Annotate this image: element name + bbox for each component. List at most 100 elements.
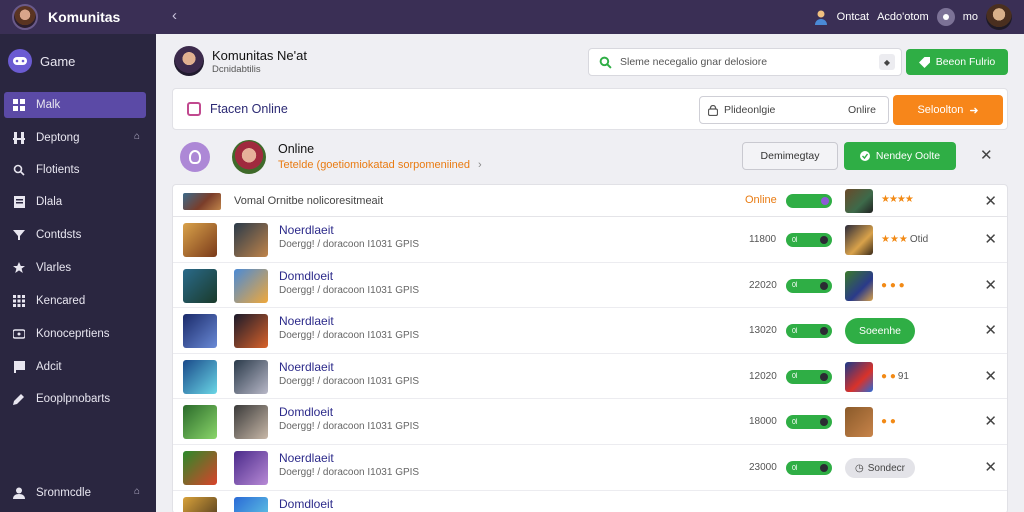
list-item[interactable]: Domdloeit Doergg! / doracoon I1031 GPIS 18… <box>173 399 1007 445</box>
item-title[interactable]: Noerdlaeit <box>279 360 334 374</box>
topbar-user-label[interactable]: mo <box>963 11 978 23</box>
user-avatar[interactable] <box>986 4 1012 30</box>
secondary-button[interactable]: Demimegtay <box>742 142 838 170</box>
list-header-row[interactable]: Vomal Ornitbe nolicoresitmeait Online ★★… <box>173 185 1007 217</box>
close-icon[interactable]: ✕ <box>984 458 997 476</box>
status-toggle[interactable]: 0l <box>786 369 832 384</box>
item-title[interactable]: Noerdlaeit <box>279 314 334 328</box>
list-item[interactable]: Noerdlaeit Doergg! / doracoon I1031 GPIS 1… <box>173 217 1007 263</box>
item-subtitle: Doergg! / doracoon I1031 GPIS <box>279 284 420 296</box>
status-toggle[interactable]: 0l <box>786 233 832 247</box>
game-thumbnail[interactable] <box>183 268 217 303</box>
profile-name: Komunitas Ne'at <box>212 47 307 63</box>
game-thumbnail-alt[interactable] <box>234 405 268 440</box>
sidebar-item-vlarles[interactable]: Vlarles <box>4 255 146 281</box>
profile-subtitle: Dcnidabtilis <box>212 63 261 75</box>
sidebar-footer-user[interactable]: Sronmcdle ⌂ <box>4 480 146 506</box>
status-toggle[interactable]: 0l <box>786 324 832 339</box>
back-chevron-icon[interactable]: ‹ <box>172 7 177 24</box>
game-thumbnail[interactable] <box>183 496 217 512</box>
online-subtitle-text: Tetelde (goetiomiokatad sorpomeniined <box>278 159 471 171</box>
toggle-label: 0l <box>792 373 798 381</box>
item-subtitle: Doergg! / doracoon I1031 GPIS <box>279 239 420 250</box>
rating-stars: ● ● 91 <box>881 371 909 382</box>
sidebar-item-deptong[interactable]: Deptong ⌂ <box>4 125 146 151</box>
close-icon[interactable]: ✕ <box>984 276 997 294</box>
room-input-placeholder: Plideonlgie <box>724 104 776 116</box>
list-item[interactable]: Noerdlaeit Doergg! / doracoon I1031 GPIS 1… <box>173 308 1007 354</box>
sidebar-item-eooplpnobarts[interactable]: Eooplpnobarts <box>4 386 146 412</box>
rating-stars: ● ● ● <box>881 280 907 291</box>
join-button[interactable]: Soeenhe <box>845 318 915 345</box>
pending-button[interactable]: ◷ Sondecr <box>845 458 915 478</box>
rating-stars-glyphs: ● ● <box>881 370 896 382</box>
search-icon <box>12 163 26 177</box>
sidebar-item-malk[interactable]: Malk <box>4 92 146 118</box>
game-thumbnail-alt[interactable] <box>234 314 268 349</box>
status-toggle[interactable]: 0l <box>786 278 832 293</box>
list-item[interactable]: Noerdlaeit Doergg! / doracoon I1031 GPIS 1… <box>173 354 1007 400</box>
game-thumbnail[interactable] <box>183 405 217 440</box>
game-thumbnail-alt[interactable] <box>234 268 268 303</box>
item-title[interactable]: Domdloeit <box>279 405 333 419</box>
rating-value: 91 <box>897 370 909 382</box>
game-thumbnail[interactable] <box>183 223 217 257</box>
topbar-link-account[interactable]: Acdo'otom <box>877 11 929 23</box>
confirm-button[interactable]: Nendey Oolte <box>844 142 956 170</box>
topbar-link-contact[interactable]: Ontcat <box>837 11 869 23</box>
primary-action-button[interactable]: Beeon Fulrio <box>906 49 1008 75</box>
room-input[interactable]: Plideonlgie Onlire <box>699 96 889 124</box>
sidebar-item-konoceprtiens[interactable]: Konoceprtiens <box>4 321 146 347</box>
game-thumbnail[interactable] <box>183 359 217 394</box>
room-title: Ftacen Online <box>210 102 288 116</box>
sidebar-item-flotients[interactable]: Flotients <box>4 157 146 183</box>
sidebar-header[interactable]: Game <box>0 34 156 88</box>
search-filter-icon[interactable]: ◆ <box>879 54 895 70</box>
sidebar-item-adcit[interactable]: Adcit <box>4 354 146 380</box>
item-title[interactable]: Domdloeit <box>279 497 333 511</box>
list-item[interactable]: Domdloeit Doergg! / doracoon I1031 GPIS 22… <box>173 263 1007 309</box>
room-action-label: Seloolton <box>917 104 964 116</box>
close-icon[interactable]: ✕ <box>984 412 997 430</box>
sidebar-item-dlala[interactable]: Dlala <box>4 189 146 215</box>
search-input[interactable]: Sleme necegalio gnar delosiore ◆ <box>588 48 902 76</box>
game-thumbnail-alt[interactable] <box>234 359 268 394</box>
collapse-icon[interactable]: ⌂ <box>134 131 140 142</box>
online-avatar[interactable] <box>232 140 266 174</box>
room-card: Ftacen Online Plideonlgie Onlire Seloolt… <box>172 88 1008 130</box>
sidebar-item-label: Malk <box>36 99 61 111</box>
online-subtitle[interactable]: Tetelde (goetiomiokatad sorpomeniined › <box>278 159 482 171</box>
topbar-actions: Ontcat Acdo'otom mo <box>813 4 1012 30</box>
list-item[interactable]: Noerdlaeit Doergg! / doracoon I1031 GPIS 2… <box>173 445 1007 491</box>
item-title[interactable]: Domdloeit <box>279 269 333 283</box>
list-item[interactable]: Domdloeit <box>173 491 1007 512</box>
sidebar-item-label: Konoceprtiens <box>36 328 110 340</box>
sidebar-item-contdsts[interactable]: Contdsts <box>4 222 146 248</box>
game-thumbnail-alt[interactable] <box>234 223 268 257</box>
sidebar-item-label: Vlarles <box>36 262 72 274</box>
notification-icon[interactable] <box>936 8 955 26</box>
game-thumbnail[interactable] <box>183 314 217 349</box>
settings-icon[interactable]: ⌂ <box>134 486 140 497</box>
profile-avatar[interactable] <box>174 46 204 76</box>
profile-header: Komunitas Ne'at Dcnidabtilis <box>174 46 307 76</box>
item-title[interactable]: Noerdlaeit <box>279 451 334 465</box>
app-title: Komunitas <box>48 9 121 25</box>
item-title[interactable]: Noerdlaeit <box>279 223 334 237</box>
close-icon[interactable]: ✕ <box>980 146 993 164</box>
sidebar-item-label: Adcit <box>36 361 62 373</box>
close-icon[interactable]: ✕ <box>984 230 997 248</box>
game-thumbnail-alt[interactable] <box>234 451 268 485</box>
room-action-button[interactable]: Seloolton ➜ <box>893 95 1003 125</box>
status-toggle[interactable]: 0l <box>786 415 832 430</box>
pending-label: Sondecr <box>867 462 905 474</box>
close-icon[interactable]: ✕ <box>984 367 997 385</box>
close-icon[interactable]: ✕ <box>984 321 997 339</box>
game-thumbnail[interactable] <box>183 451 217 485</box>
close-icon[interactable]: ✕ <box>984 192 997 210</box>
app-avatar[interactable] <box>12 4 38 30</box>
sidebar-item-kencared[interactable]: Kencared <box>4 288 146 314</box>
status-toggle[interactable] <box>786 194 832 208</box>
game-thumbnail-alt[interactable] <box>234 496 268 512</box>
status-toggle[interactable]: 0l <box>786 461 832 475</box>
